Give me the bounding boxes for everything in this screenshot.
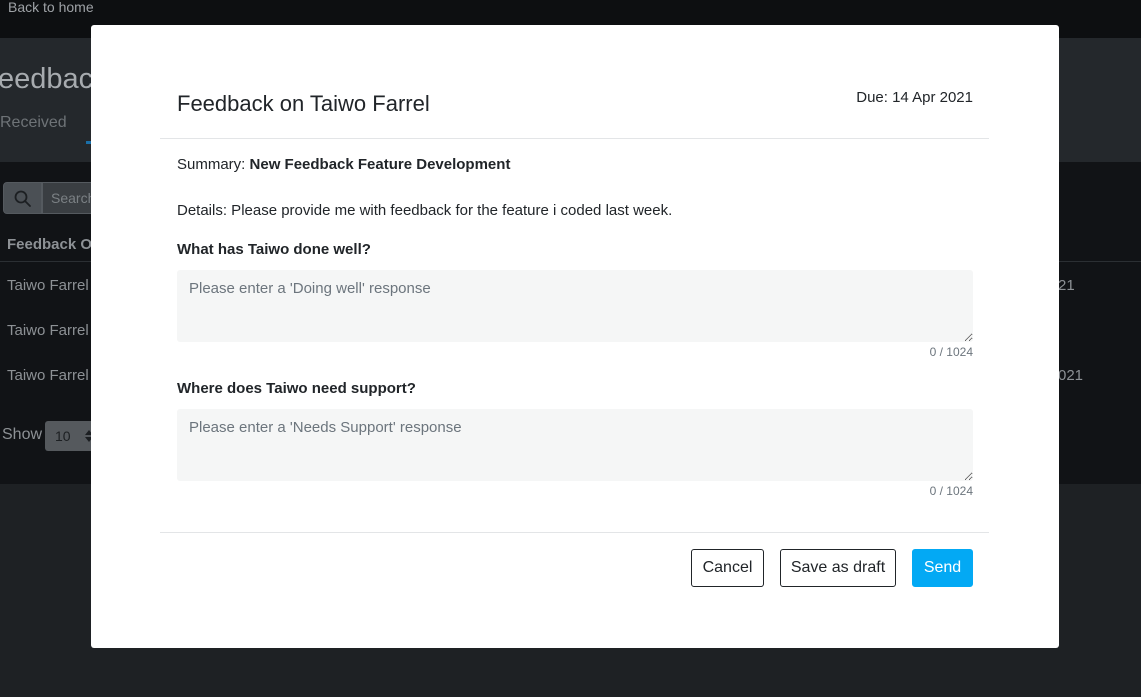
doing-well-question: What has Taiwo done well? bbox=[177, 241, 371, 258]
feedback-modal: Feedback on Taiwo Farrel Due: 14 Apr 202… bbox=[91, 25, 1059, 648]
send-button[interactable]: Send bbox=[912, 549, 973, 587]
details-text: Details: Please provide me with feedback… bbox=[177, 202, 673, 219]
summary-value: New Feedback Feature Development bbox=[249, 156, 511, 173]
doing-well-counter: 0 / 1024 bbox=[929, 345, 973, 359]
needs-support-question: Where does Taiwo need support? bbox=[177, 380, 416, 397]
search-icon bbox=[14, 190, 31, 207]
back-to-home-link[interactable]: Back to home bbox=[8, 0, 94, 15]
table-row-name[interactable]: Taiwo Farrel bbox=[7, 367, 89, 384]
tab-received[interactable]: Received bbox=[0, 114, 67, 132]
table-row-name[interactable]: Taiwo Farrel bbox=[7, 277, 89, 294]
table-row-name[interactable]: Taiwo Farrel bbox=[7, 322, 89, 339]
needs-support-counter: 0 / 1024 bbox=[929, 484, 973, 498]
cancel-button[interactable]: Cancel bbox=[691, 549, 764, 587]
summary: Summary: New Feedback Feature Developmen… bbox=[177, 156, 510, 173]
footer-divider bbox=[160, 532, 989, 533]
modal-title: Feedback on Taiwo Farrel bbox=[177, 91, 430, 116]
save-draft-button[interactable]: Save as draft bbox=[780, 549, 896, 587]
header-divider bbox=[160, 138, 989, 139]
page-size-value: 10 bbox=[55, 428, 71, 444]
table-row-date: 21 bbox=[1058, 277, 1075, 294]
table-row-date: 021 bbox=[1058, 367, 1084, 384]
due-date: Due: 14 Apr 2021 bbox=[856, 89, 973, 106]
summary-label: Summary: bbox=[177, 156, 246, 173]
show-label: Show bbox=[2, 426, 43, 443]
page-size-select[interactable]: 10 bbox=[45, 421, 95, 451]
column-header-feedback[interactable]: Feedback O bbox=[7, 236, 92, 253]
search-button[interactable] bbox=[3, 182, 42, 214]
doing-well-textarea[interactable] bbox=[177, 270, 973, 342]
needs-support-textarea[interactable] bbox=[177, 409, 973, 481]
